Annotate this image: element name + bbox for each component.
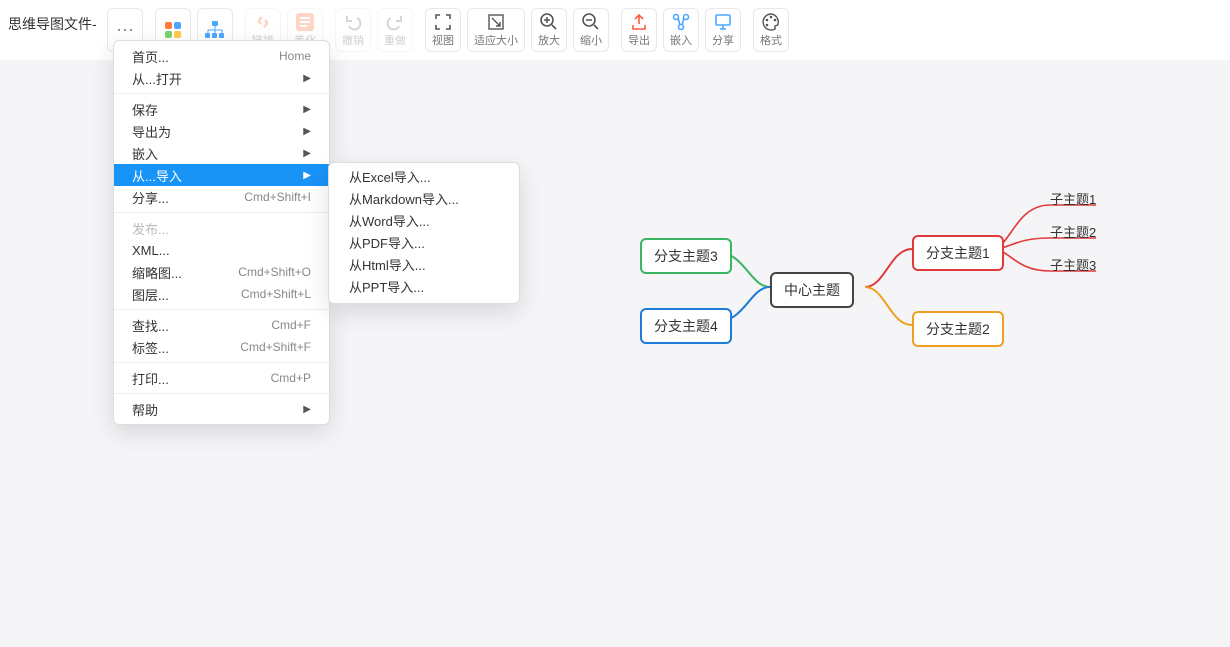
share-button[interactable]: 分享: [705, 8, 741, 52]
view-label: 视图: [432, 32, 454, 48]
zoom-in-icon: [539, 12, 559, 32]
file-title: 思维导图文件-: [6, 4, 104, 34]
fit-button[interactable]: 适应大小: [467, 8, 525, 52]
node-sub3[interactable]: 子主题3: [1050, 255, 1096, 274]
share-label: 分享: [712, 32, 734, 48]
node-sub1[interactable]: 子主题1: [1050, 189, 1096, 208]
mindmap-canvas[interactable]: 中心主题 分支主题3 分支主题4 分支主题1 分支主题2 子主题1 子主题2 子…: [0, 60, 1230, 647]
node-branch1[interactable]: 分支主题1: [912, 235, 1004, 271]
export-button[interactable]: 导出: [621, 8, 657, 52]
redo-button: 重做: [377, 8, 413, 52]
mindmap-connections: [0, 60, 1230, 647]
chain-icon: [253, 12, 273, 32]
list-icon: [296, 12, 314, 32]
undo-icon: [343, 12, 363, 32]
tree-icon: [204, 20, 226, 40]
fit-icon: [487, 12, 505, 32]
zoomin-button[interactable]: 放大: [531, 8, 567, 52]
redo-icon: [385, 12, 405, 32]
embed-label: 嵌入: [670, 32, 692, 48]
node-center[interactable]: 中心主题: [770, 272, 854, 308]
view-button[interactable]: 视图: [425, 8, 461, 52]
export-label: 导出: [628, 32, 650, 48]
export-icon: [630, 12, 648, 32]
embed-button[interactable]: 嵌入: [663, 8, 699, 52]
node-branch4[interactable]: 分支主题4: [640, 308, 732, 344]
share-icon: [714, 12, 732, 32]
node-branch2[interactable]: 分支主题2: [912, 311, 1004, 347]
fit-label: 适应大小: [474, 32, 518, 48]
undo-label: 撤销: [342, 32, 364, 48]
fullscreen-icon: [434, 12, 452, 32]
zoomout-label: 缩小: [580, 32, 602, 48]
format-label: 格式: [760, 32, 782, 48]
format-button[interactable]: 格式: [753, 8, 789, 52]
palette-icon: [761, 12, 781, 32]
squares-icon: [163, 20, 183, 40]
undo-button: 撤销: [335, 8, 371, 52]
node-sub2[interactable]: 子主题2: [1050, 222, 1096, 241]
embed-icon: [671, 12, 691, 32]
zoomout-button[interactable]: 缩小: [573, 8, 609, 52]
redo-label: 重做: [384, 32, 406, 48]
more-icon: ⋯: [116, 20, 134, 40]
zoomin-label: 放大: [538, 32, 560, 48]
node-branch3[interactable]: 分支主题3: [640, 238, 732, 274]
zoom-out-icon: [581, 12, 601, 32]
